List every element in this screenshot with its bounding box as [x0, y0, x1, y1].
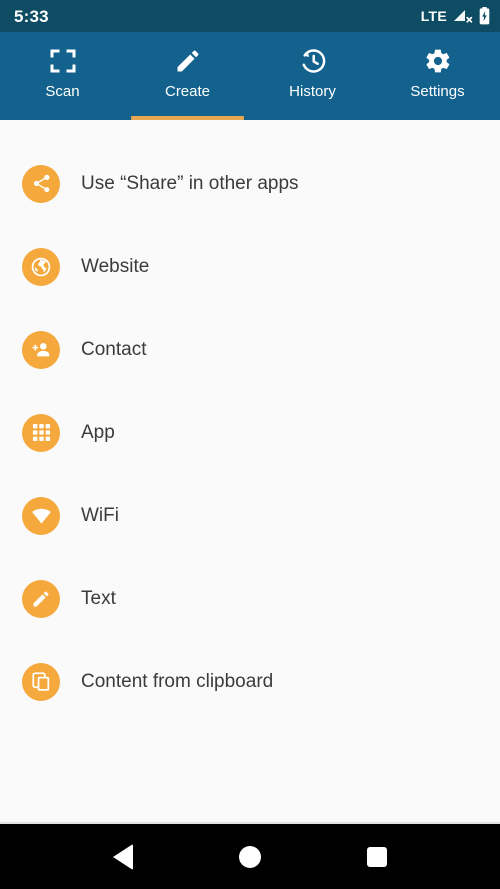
list-item-share[interactable]: Use “Share” in other apps: [0, 142, 500, 225]
share-icon: [22, 164, 60, 203]
list-item-website[interactable]: Website: [0, 225, 500, 308]
tab-create-label: Create: [164, 83, 211, 100]
tab-settings[interactable]: Settings: [375, 32, 500, 120]
tab-settings-label: Settings: [410, 83, 465, 100]
pencil-icon: [22, 579, 60, 618]
list-item-wifi[interactable]: WiFi: [0, 474, 500, 557]
list-item-share-label: Use “Share” in other apps: [81, 173, 299, 194]
signal-no-service-icon: [453, 8, 473, 24]
list-item-clipboard[interactable]: Content from clipboard: [0, 640, 500, 723]
app-root: 5:33 LTE Scan Create History Settings Us…: [0, 0, 500, 889]
nav-recents-button[interactable]: [353, 833, 401, 881]
nav-home-button[interactable]: [226, 833, 274, 881]
android-navigation-bar: [0, 824, 500, 889]
tab-create[interactable]: Create: [125, 32, 250, 120]
scan-viewfinder-icon: [49, 47, 77, 75]
active-tab-indicator: [131, 116, 244, 120]
main-tab-bar: Scan Create History Settings: [0, 32, 500, 120]
list-item-text-label: Text: [81, 588, 116, 609]
gear-icon: [424, 47, 452, 75]
pencil-icon: [174, 47, 202, 75]
list-item-app[interactable]: App: [0, 391, 500, 474]
tab-history[interactable]: History: [250, 32, 375, 120]
status-time: 5:33: [14, 6, 49, 26]
tab-history-label: History: [289, 83, 336, 100]
battery-charging-icon: [479, 7, 490, 25]
list-item-app-label: App: [81, 422, 115, 443]
nav-back-button[interactable]: [99, 833, 147, 881]
tab-scan[interactable]: Scan: [0, 32, 125, 120]
list-item-website-label: Website: [81, 256, 150, 277]
apps-grid-icon: [22, 413, 60, 452]
list-item-contact-label: Contact: [81, 339, 147, 360]
person-add-icon: [22, 330, 60, 369]
globe-icon: [22, 247, 60, 286]
tab-scan-label: Scan: [45, 83, 80, 100]
triangle-back-icon: [113, 843, 134, 870]
list-item-contact[interactable]: Contact: [0, 308, 500, 391]
copy-icon: [22, 662, 60, 701]
network-type-label: LTE: [420, 8, 447, 24]
wifi-icon: [22, 496, 60, 535]
status-bar: 5:33 LTE: [0, 0, 500, 32]
square-recents-icon: [366, 846, 387, 867]
list-item-text[interactable]: Text: [0, 557, 500, 640]
list-item-clipboard-label: Content from clipboard: [81, 671, 274, 692]
circle-home-icon: [238, 845, 261, 868]
status-indicators: LTE: [421, 7, 490, 25]
create-options-list: Use “Share” in other apps Website Contac…: [0, 120, 500, 822]
list-item-wifi-label: WiFi: [81, 505, 119, 526]
history-clock-icon: [299, 47, 327, 75]
